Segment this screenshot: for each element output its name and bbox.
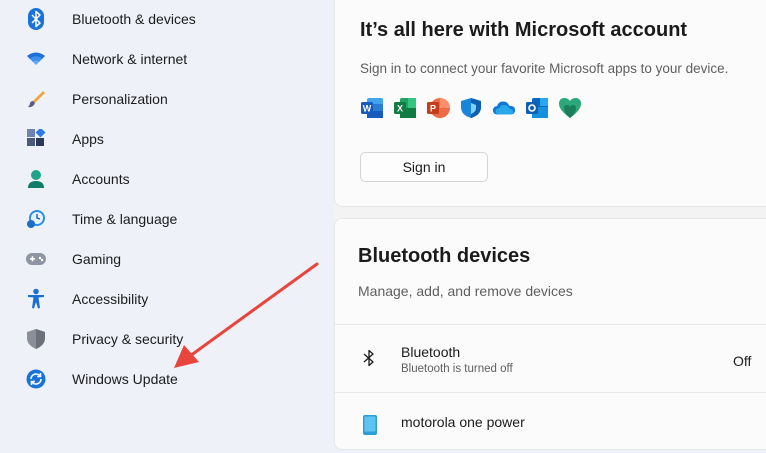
person-icon [24,167,48,191]
bluetooth-card-title: Bluetooth devices [358,245,531,267]
sidebar-item-accessibility[interactable]: Accessibility [12,281,322,317]
family-icon [558,96,582,120]
defender-icon [459,96,483,120]
sidebar-item-label: Bluetooth & devices [72,11,196,27]
bluetooth-icon [363,349,375,372]
bluetooth-devices-card: Bluetooth devices Manage, add, and remov… [334,218,766,450]
app-icons-row: W X P [360,96,582,120]
svg-text:X: X [397,104,403,114]
bluetooth-card-subtitle: Manage, add, and remove devices [358,283,573,299]
sidebar-item-label: Time & language [72,211,178,227]
wifi-icon [24,47,48,71]
sidebar-item-label: Accounts [72,171,130,187]
excel-icon: X [393,96,417,120]
onedrive-icon [492,96,516,120]
sidebar-item-accounts[interactable]: Accounts [12,161,322,197]
sidebar-item-bluetooth-devices[interactable]: Bluetooth & devices [12,1,322,37]
sidebar-item-label: Personalization [72,91,168,107]
gamepad-icon [24,247,48,271]
device-row-phone[interactable]: motorola one power [335,393,766,453]
device-row-bluetooth[interactable]: Bluetooth Bluetooth is turned off Off [335,325,766,391]
sidebar-item-time-language[interactable]: Time & language [12,201,322,237]
bluetooth-icon [24,7,48,31]
accessibility-icon [24,287,48,311]
settings-sidebar: Bluetooth & devices Network & internet P… [0,0,334,431]
sidebar-item-personalization[interactable]: Personalization [12,81,322,117]
powerpoint-icon: P [426,96,450,120]
sidebar-item-label: Accessibility [72,291,149,307]
brush-icon [24,87,48,111]
sidebar-item-label: Network & internet [72,51,188,67]
apps-icon [24,127,48,151]
sidebar-item-label: Apps [72,131,104,147]
account-card-subtitle: Sign in to connect your favorite Microso… [360,61,729,76]
shield-icon [24,327,48,351]
sidebar-item-label: Windows Update [72,371,178,387]
main-content: It’s all here with Microsoft account Sig… [334,0,766,450]
phone-icon [363,415,377,440]
sidebar-item-privacy-security[interactable]: Privacy & security [12,321,322,357]
clock-globe-icon [24,207,48,231]
sidebar-item-windows-update[interactable]: Windows Update [12,361,322,397]
device-name: motorola one power [401,414,525,430]
sign-in-button[interactable]: Sign in [360,152,488,182]
svg-text:P: P [430,104,436,114]
device-name: Bluetooth [401,344,461,360]
sidebar-item-network-internet[interactable]: Network & internet [12,41,322,77]
bluetooth-toggle-state[interactable]: Off [733,353,751,369]
sidebar-item-apps[interactable]: Apps [12,121,322,157]
word-icon: W [360,96,384,120]
sidebar-item-label: Privacy & security [72,331,184,347]
account-card-title: It’s all here with Microsoft account [360,19,688,41]
outlook-icon [525,96,549,120]
sidebar-item-label: Gaming [72,251,122,267]
svg-text:W: W [363,104,372,114]
update-icon [24,367,48,391]
sidebar-item-gaming[interactable]: Gaming [12,241,322,277]
device-status: Bluetooth is turned off [401,363,513,375]
microsoft-account-card: It’s all here with Microsoft account Sig… [334,0,766,207]
